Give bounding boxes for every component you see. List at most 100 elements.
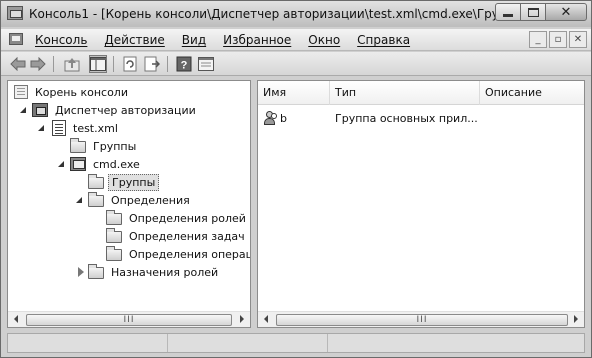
list-header: Имя Тип Описание	[258, 81, 584, 105]
menu-action[interactable]: Действие	[104, 33, 164, 47]
list-item[interactable]: b Группа основных прил...	[258, 109, 584, 127]
mmc-window: Консоль1 - [Корень консоли\Диспетчер авт…	[0, 0, 592, 358]
child-restore-button[interactable]: ▫	[549, 31, 567, 48]
expand-toggle[interactable]	[76, 197, 84, 205]
menu-view[interactable]: Вид	[182, 33, 206, 47]
title-bar[interactable]: Консоль1 - [Корень консоли\Диспетчер авт…	[1, 1, 591, 27]
expand-toggle[interactable]	[38, 125, 46, 133]
child-window-buttons: _ ▫ ✕	[527, 31, 587, 48]
caption-buttons: ✕	[495, 3, 587, 23]
toolbar: ?	[1, 52, 591, 76]
tree-node-label: Группы	[93, 139, 137, 153]
tree-node-label: Определения операций	[129, 247, 250, 261]
close-button[interactable]: ✕	[545, 3, 587, 21]
group-icon	[264, 111, 278, 125]
forward-button[interactable]	[29, 55, 47, 73]
expanded-arrow-icon	[76, 197, 82, 203]
scroll-left-arrow-icon[interactable]	[264, 315, 268, 323]
authorization-store-icon	[52, 120, 66, 136]
help-icon: ?	[176, 56, 192, 72]
tree-node-operation-definitions[interactable]: Определения операций	[106, 245, 250, 263]
child-close-button[interactable]: ✕	[569, 31, 587, 48]
toolbar-separator	[113, 56, 114, 72]
export-list-button[interactable]	[143, 55, 161, 73]
console-root-icon	[14, 85, 28, 99]
authorization-manager-icon	[32, 103, 48, 117]
tree-node-label: Определения ролей	[129, 211, 246, 225]
properties-button[interactable]	[197, 55, 215, 73]
window-title: Консоль1 - [Корень консоли\Диспетчер авт…	[29, 7, 529, 21]
folder-icon	[106, 228, 122, 243]
child-window-icon[interactable]	[9, 33, 23, 45]
list-item-type: Группа основных прил...	[335, 111, 478, 125]
tree-node-test-xml[interactable]: test.xml	[52, 119, 121, 137]
tree-node-label: Определения	[111, 193, 190, 207]
status-cell	[168, 334, 328, 352]
status-cell	[8, 334, 168, 352]
column-header-type[interactable]: Тип	[330, 81, 480, 105]
expand-toggle[interactable]	[20, 107, 28, 115]
menu-bar: Консоль Действие Вид Избранное Окно Спра…	[1, 29, 591, 51]
folder-icon	[70, 138, 86, 153]
export-list-icon	[144, 56, 160, 72]
toolbar-separator	[167, 56, 168, 72]
show-hide-tree-button[interactable]	[89, 55, 107, 73]
tree-node-label: Диспетчер авторизации	[55, 103, 196, 117]
scroll-grip: III	[123, 315, 135, 325]
scroll-thumb[interactable]: III	[276, 314, 568, 326]
expanded-arrow-icon	[58, 161, 64, 167]
menu-items: Консоль Действие Вид Избранное Окно Спра…	[35, 33, 427, 47]
folder-icon	[88, 192, 104, 207]
tree-horizontal-scrollbar[interactable]: III	[8, 311, 250, 327]
tree-node-label: test.xml	[73, 121, 118, 135]
tree-node-label: cmd.exe	[93, 157, 140, 171]
folder-icon	[106, 210, 122, 225]
show-tree-icon	[90, 57, 106, 71]
menu-console[interactable]: Консоль	[35, 33, 87, 47]
up-level-button[interactable]	[63, 55, 81, 73]
minimize-button[interactable]	[495, 3, 521, 21]
child-minimize-button[interactable]: _	[529, 31, 547, 48]
collapsed-arrow-icon	[78, 267, 84, 277]
expand-toggle[interactable]	[78, 267, 86, 277]
scroll-grip: III	[416, 315, 428, 325]
console-tree-pane[interactable]: Корень консоли Диспетчер авторизации tes…	[7, 80, 251, 328]
mmc-app-icon[interactable]	[7, 6, 23, 20]
details-pane[interactable]: Имя Тип Описание b Группа основных прил.…	[257, 80, 585, 328]
folder-icon	[106, 246, 122, 261]
menu-favorites[interactable]: Избранное	[223, 33, 291, 47]
expanded-arrow-icon	[38, 125, 44, 131]
menu-window[interactable]: Окно	[308, 33, 340, 47]
svg-text:?: ?	[181, 60, 188, 72]
tree-node-role-definitions[interactable]: Определения ролей	[106, 209, 249, 227]
refresh-button[interactable]	[121, 55, 139, 73]
tree-node-console-root[interactable]: Корень консоли	[14, 83, 131, 101]
scroll-thumb[interactable]: III	[26, 314, 232, 326]
expand-toggle[interactable]	[58, 161, 66, 169]
tree-node-app-groups[interactable]: Группы	[88, 173, 160, 191]
maximize-button[interactable]	[520, 3, 546, 21]
tree-node-authorization-manager[interactable]: Диспетчер авторизации	[32, 101, 199, 119]
scroll-left-arrow-icon[interactable]	[14, 315, 18, 323]
tree-node-role-assignments[interactable]: Назначения ролей	[88, 263, 221, 281]
status-bar	[7, 333, 585, 353]
forward-arrow-icon	[30, 57, 46, 71]
tree-node-cmd-exe[interactable]: cmd.exe	[70, 155, 143, 173]
folder-icon	[88, 264, 104, 279]
scroll-right-arrow-icon[interactable]	[574, 315, 578, 323]
back-button[interactable]	[9, 55, 27, 73]
minimize-icon	[503, 13, 513, 17]
tree-node-store-groups[interactable]: Группы	[70, 137, 139, 155]
tree-node-definitions[interactable]: Определения	[88, 191, 193, 209]
toolbar-separator	[53, 56, 54, 72]
column-header-description[interactable]: Описание	[480, 81, 584, 105]
details-horizontal-scrollbar[interactable]: III	[258, 311, 584, 327]
column-header-name[interactable]: Имя	[258, 81, 330, 105]
scroll-right-arrow-icon[interactable]	[240, 315, 244, 323]
tree-node-label: Назначения ролей	[111, 265, 219, 279]
tree-node-label: Определения задач	[129, 229, 245, 243]
tree-node-task-definitions[interactable]: Определения задач	[106, 227, 248, 245]
menu-help[interactable]: Справка	[357, 33, 410, 47]
close-icon: ✕	[560, 4, 572, 20]
help-button[interactable]: ?	[175, 55, 193, 73]
